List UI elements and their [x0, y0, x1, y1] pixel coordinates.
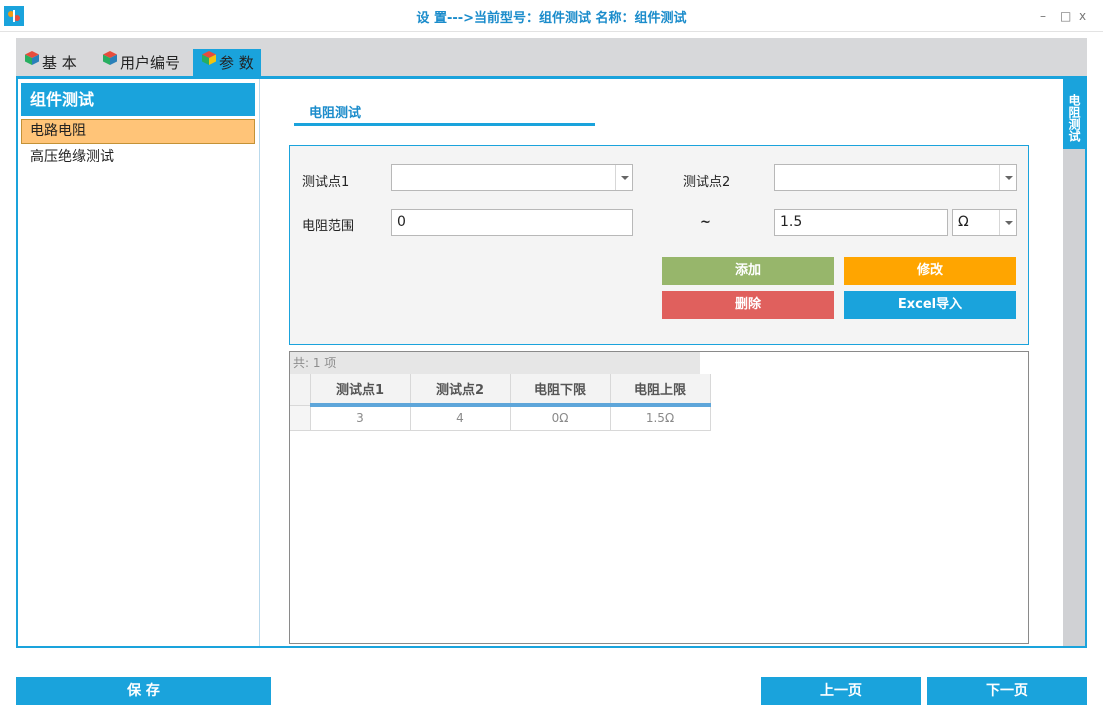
colored-cube-icon [103, 51, 117, 65]
window-title: 设 置--->当前型号：组件测试 名称：组件测试 [416, 11, 687, 26]
unit-select[interactable]: Ω [952, 209, 1017, 236]
point2-select[interactable] [774, 164, 1017, 191]
table-cell[interactable]: 4 [410, 405, 511, 431]
delete-button[interactable]: 删除 [662, 291, 834, 319]
row-header[interactable] [290, 405, 311, 431]
side-tab-strip: 电阻测试 [1063, 79, 1085, 646]
form-panel: 测试点1 测试点2 电阻范围 0 ~ 1.5 Ω 添加 修改 删除 Excel导… [289, 145, 1029, 345]
close-button[interactable]: x [1079, 9, 1086, 23]
tab-label: 用户编号 [120, 54, 181, 72]
grid-count: 共: 1 项 [290, 352, 700, 374]
tab-label: 参 数 [219, 54, 254, 72]
tab-label: 基 本 [42, 54, 77, 72]
chevron-down-icon[interactable] [999, 165, 1016, 190]
section-underline [294, 123, 595, 126]
point2-label: 测试点2 [683, 175, 731, 190]
title-bar: 设 置--->当前型号：组件测试 名称：组件测试 – □ x [0, 0, 1103, 32]
column-header[interactable]: 测试点1 [310, 374, 411, 407]
range-separator: ~ [700, 215, 711, 230]
edit-button[interactable]: 修改 [844, 257, 1016, 285]
tab-user-number[interactable]: 用户编号 [94, 49, 194, 76]
column-header[interactable]: 电阻下限 [510, 374, 611, 407]
prev-page-button[interactable]: 上一页 [761, 677, 921, 705]
add-button[interactable]: 添加 [662, 257, 834, 285]
side-tab-resistance-test[interactable]: 电阻测试 [1063, 79, 1085, 149]
unit-value: Ω [958, 214, 969, 230]
tab-bar: 基 本 用户编号 参 数 [16, 38, 1087, 76]
sidebar-item-hv-insulation[interactable]: 高压绝缘测试 [21, 145, 255, 170]
colored-cube-icon [202, 51, 216, 65]
save-button[interactable]: 保 存 [16, 677, 271, 705]
column-header[interactable]: 测试点2 [410, 374, 511, 407]
sidebar: 组件测试 电路电阻 高压绝缘测试 [18, 79, 260, 646]
tab-parameters[interactable]: 参 数 [193, 49, 261, 76]
maximize-button[interactable]: □ [1060, 9, 1071, 23]
point1-select[interactable] [391, 164, 633, 191]
tab-basic[interactable]: 基 本 [16, 49, 98, 76]
range-max-input[interactable]: 1.5 [774, 209, 948, 236]
table-cell[interactable]: 0Ω [510, 405, 611, 431]
sidebar-item-circuit-resistance[interactable]: 电路电阻 [21, 119, 255, 144]
grid-table: 测试点1 测试点2 电阻下限 电阻上限 3 4 0Ω 1.5Ω [290, 374, 711, 431]
chevron-down-icon[interactable] [999, 210, 1016, 235]
data-grid: 共: 1 项 测试点1 测试点2 电阻下限 电阻上限 3 4 0Ω 1.5Ω [289, 351, 1029, 644]
next-page-button[interactable]: 下一页 [927, 677, 1087, 705]
sidebar-header: 组件测试 [21, 83, 255, 116]
range-label: 电阻范围 [302, 219, 355, 234]
point1-label: 测试点1 [302, 175, 350, 190]
minimize-button[interactable]: – [1040, 9, 1046, 23]
excel-import-button[interactable]: Excel导入 [844, 291, 1016, 319]
table-row[interactable]: 3 4 0Ω 1.5Ω [290, 405, 711, 431]
chevron-down-icon[interactable] [615, 165, 632, 190]
section-title: 电阻测试 [309, 106, 362, 121]
range-min-input[interactable]: 0 [391, 209, 633, 236]
table-cell[interactable]: 3 [310, 405, 411, 431]
grid-corner [290, 374, 311, 406]
table-cell[interactable]: 1.5Ω [610, 405, 711, 431]
column-header[interactable]: 电阻上限 [610, 374, 711, 407]
colored-cube-icon [25, 51, 39, 65]
